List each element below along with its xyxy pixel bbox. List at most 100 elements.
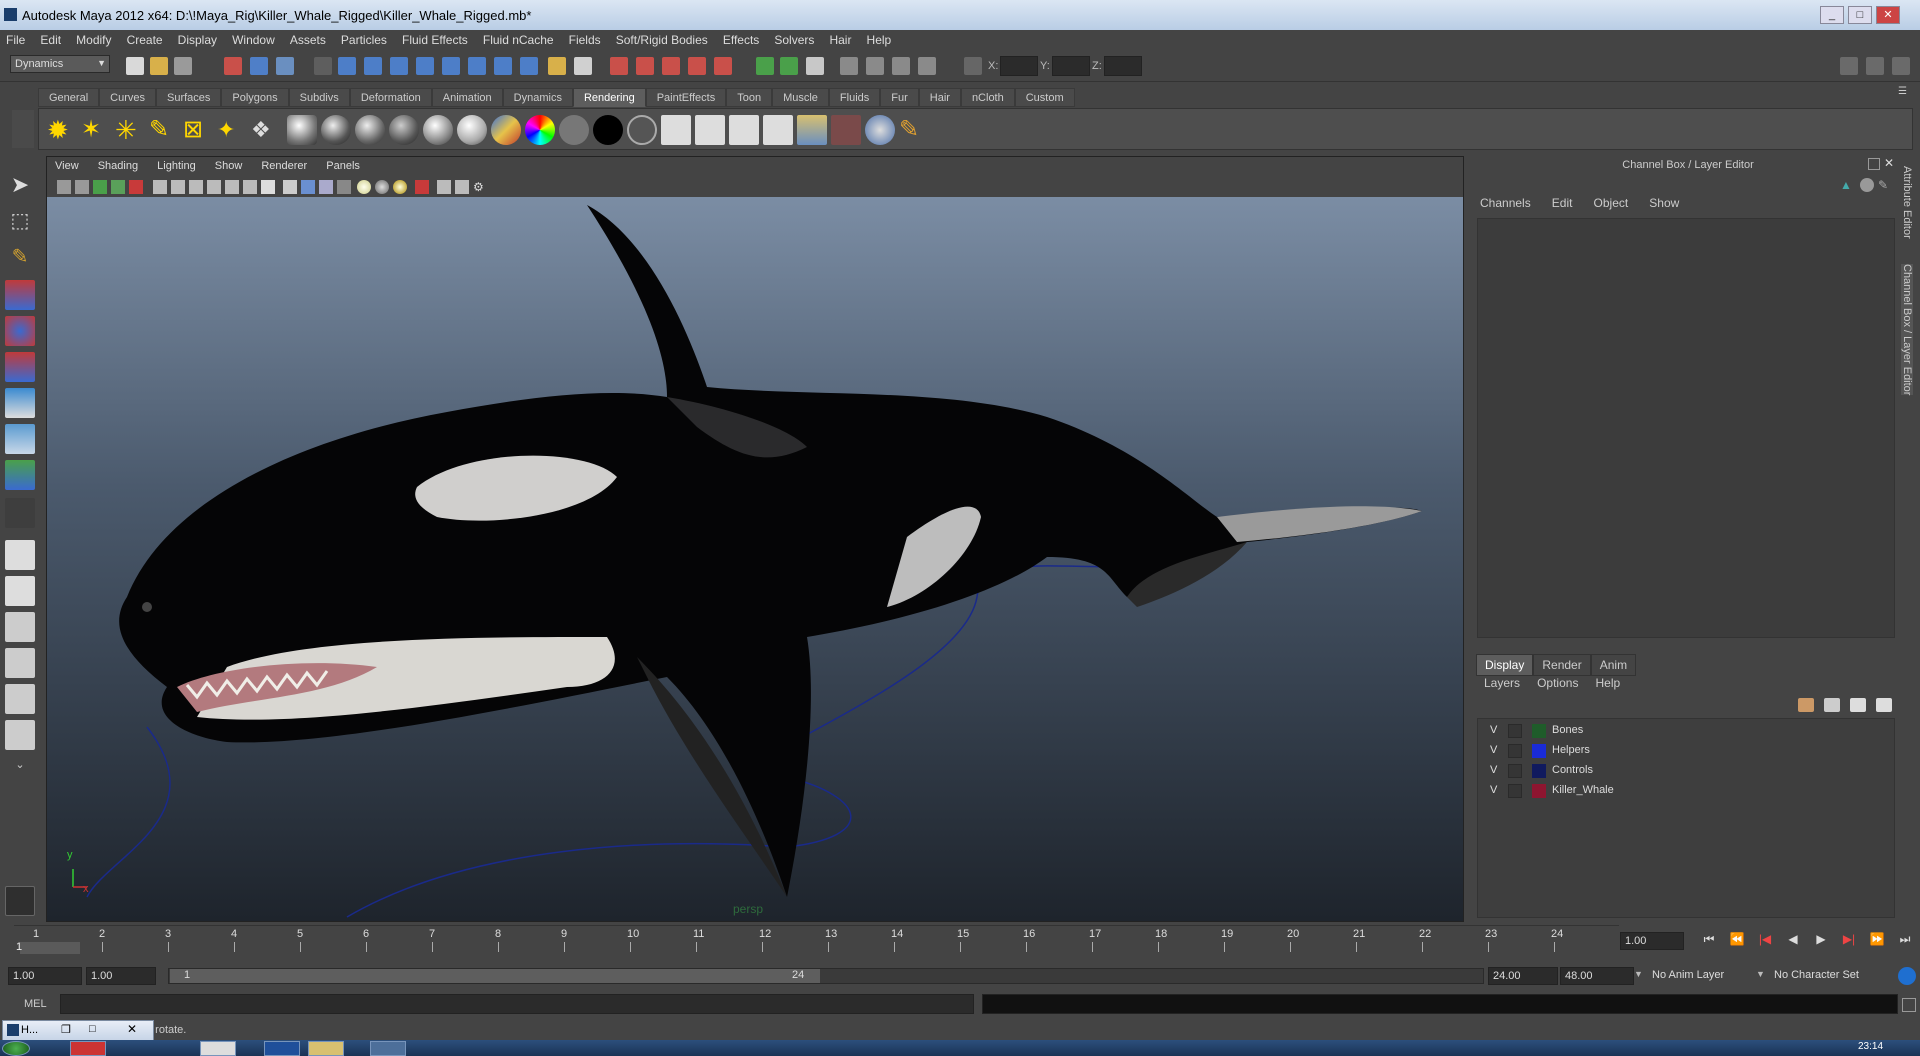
mask-icon[interactable] [314, 57, 332, 75]
more-layouts-icon[interactable]: ⌄ [5, 758, 35, 788]
shelf-tab-fluids[interactable]: Fluids [828, 88, 881, 107]
anim-layer-menu[interactable]: No Anim Layer [1652, 969, 1724, 981]
empty-tool-slot[interactable] [5, 498, 35, 528]
layer-menu-layers[interactable]: Layers [1484, 676, 1520, 690]
cb-menu-edit[interactable]: Edit [1552, 196, 1573, 210]
safe-action-icon[interactable] [243, 180, 257, 194]
move-layer-down-icon[interactable] [1824, 698, 1840, 712]
phong-e-icon[interactable] [423, 115, 453, 145]
wireframe-on-shaded-icon[interactable] [319, 180, 333, 194]
script-editor-button-icon[interactable] [1902, 998, 1916, 1012]
surface-shader-icon[interactable] [559, 115, 589, 145]
step-back-key-icon[interactable]: ⏪ [1728, 932, 1746, 950]
render-layer-icon[interactable] [831, 115, 861, 145]
layer-row[interactable]: V Controls [1478, 761, 1894, 781]
rotate-tool-icon[interactable] [5, 316, 35, 346]
shelf-tab-custom[interactable]: Custom [1014, 88, 1075, 107]
material-ball-icon[interactable] [287, 115, 317, 145]
current-time-field[interactable]: 1.00 [1620, 932, 1684, 950]
use-background-icon[interactable] [593, 115, 623, 145]
character-set-menu[interactable]: No Character Set [1774, 969, 1859, 981]
input-ops-icon[interactable] [756, 57, 774, 75]
menu-create[interactable]: Create [121, 30, 169, 50]
layer-visibility-toggle[interactable]: V [1490, 724, 1497, 736]
render-icon[interactable] [661, 115, 691, 145]
shelf-tab-polygons[interactable]: Polygons [221, 88, 289, 107]
two-d-pan-zoom-icon[interactable] [129, 180, 143, 194]
render-settings-icon[interactable] [918, 57, 936, 75]
cb-menu-object[interactable]: Object [1594, 196, 1629, 210]
xray-joints-icon[interactable] [455, 180, 469, 194]
xray-icon[interactable] [437, 180, 451, 194]
make-live-icon[interactable] [714, 57, 732, 75]
open-scene-icon[interactable] [150, 57, 168, 75]
shelf-tab-dynamics[interactable]: Dynamics [502, 88, 573, 107]
phong-icon[interactable] [389, 115, 419, 145]
snap-curve-icon[interactable] [636, 57, 654, 75]
snap-view-plane-icon[interactable] [688, 57, 706, 75]
shelf-tab-hair[interactable]: Hair [918, 88, 961, 107]
shelf-tab-deformation[interactable]: Deformation [349, 88, 432, 107]
shelf-tab-toon[interactable]: Toon [726, 88, 773, 107]
playback-end-field[interactable]: 24.00 [1488, 967, 1558, 985]
layer-visibility-toggle[interactable]: V [1490, 764, 1497, 776]
shelf-tab-general[interactable]: General [38, 88, 100, 107]
absolute-transform-icon[interactable] [964, 57, 982, 75]
mask-dynamics-icon[interactable] [468, 57, 486, 75]
menu-fields[interactable]: Fields [563, 30, 607, 50]
render-current-frame-icon[interactable] [866, 57, 884, 75]
range-track[interactable]: 1 24 [168, 968, 1484, 984]
range-handle[interactable]: 1 24 [170, 969, 820, 983]
shelf-tab-curves[interactable]: Curves [99, 88, 156, 107]
camera-attributes-icon[interactable] [75, 180, 89, 194]
mask-curves-icon[interactable] [390, 57, 408, 75]
character-set-chevron-icon[interactable]: ▼ [1756, 969, 1765, 979]
panel-menu-lighting[interactable]: Lighting [149, 157, 204, 172]
menu-display[interactable]: Display [172, 30, 223, 50]
shelf-tab-fur[interactable]: Fur [880, 88, 919, 107]
render-view-shelf-icon[interactable] [797, 115, 827, 145]
paint-brush-icon[interactable]: ✎ [899, 115, 929, 145]
anisotropic-icon[interactable] [457, 115, 487, 145]
safe-title-icon[interactable] [261, 180, 275, 194]
layer-tab-render[interactable]: Render [1533, 654, 1591, 676]
shelf-options-icon[interactable]: ☰ [1898, 86, 1914, 104]
bookmark-icon[interactable] [93, 180, 107, 194]
field-chart-icon[interactable] [225, 180, 239, 194]
minimize-button[interactable]: _ [1820, 6, 1844, 24]
menu-effects[interactable]: Effects [717, 30, 765, 50]
new-scene-icon[interactable] [126, 57, 144, 75]
lock-selection-icon[interactable] [548, 57, 566, 75]
taskbar-app-maya[interactable] [370, 1041, 406, 1056]
step-back-frame-icon[interactable]: |◀ [1756, 932, 1774, 950]
menu-particles[interactable]: Particles [335, 30, 393, 50]
ramp-shader-icon[interactable] [491, 115, 521, 145]
panel-menu-panels[interactable]: Panels [318, 157, 368, 172]
taskbar-app-photoshop[interactable] [264, 1041, 300, 1056]
layer-tab-anim[interactable]: Anim [1590, 654, 1637, 676]
lambert-icon[interactable] [321, 115, 351, 145]
move-tool-icon[interactable] [5, 280, 35, 310]
go-to-end-icon[interactable]: ⏭ [1896, 932, 1914, 950]
menu-edit[interactable]: Edit [34, 30, 67, 50]
layer-menu-options[interactable]: Options [1537, 676, 1578, 690]
layer-playback-toggle[interactable] [1508, 744, 1522, 758]
mask-deformations-icon[interactable] [442, 57, 460, 75]
mask-misc-icon[interactable] [520, 57, 538, 75]
ipr-icon[interactable] [695, 115, 725, 145]
cb-menu-show[interactable]: Show [1649, 196, 1679, 210]
shelf-menu-icon[interactable] [12, 110, 34, 148]
mel-label[interactable]: MEL [24, 998, 47, 1010]
highlight-selection-icon[interactable] [574, 57, 592, 75]
float-panel-icon[interactable] [1868, 158, 1880, 170]
menu-window[interactable]: Window [226, 30, 281, 50]
play-backwards-icon[interactable]: ◀ [1784, 932, 1802, 950]
layer-playback-toggle[interactable] [1508, 764, 1522, 778]
anim-layer-chevron-icon[interactable]: ▼ [1634, 969, 1643, 979]
mel-input[interactable] [60, 994, 974, 1014]
attribute-editor-tab[interactable]: Attribute Editor [1901, 166, 1913, 239]
resolution-gate-icon[interactable] [189, 180, 203, 194]
channel-list-area[interactable] [1477, 218, 1895, 638]
channel-box-speed-icon[interactable] [1860, 178, 1874, 192]
last-tool-icon[interactable] [5, 460, 35, 490]
